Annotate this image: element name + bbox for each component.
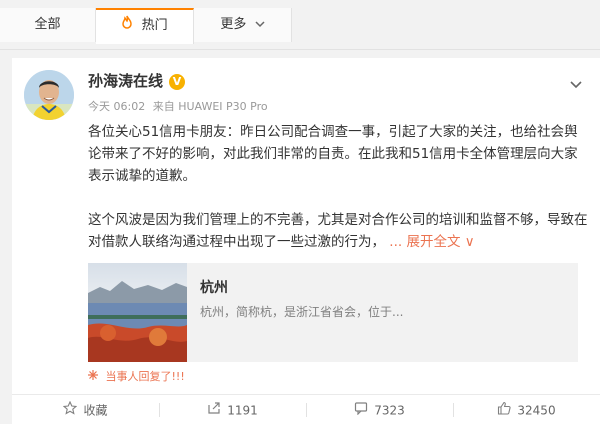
post-card: 孙海涛在线 V 今天 06:02 来自 HUAWEI P30 Pro 各位关心51… — [12, 58, 600, 424]
post-meta: 今天 06:02 来自 HUAWEI P30 Pro — [88, 98, 272, 114]
post-paragraph-2-text: 这个风波是因为我们管理上的不完善，尤其是对合作公司的培训和监督不够，导致在对借款… — [88, 212, 588, 250]
post-paragraph-2: 这个风波是因为我们管理上的不完善，尤其是对合作公司的培训和监督不够，导致在对借款… — [88, 209, 588, 253]
like-count: 32450 — [517, 403, 556, 418]
feed-tab-bar: 全部 热门 更多 — [0, 0, 600, 50]
verified-badge-icon: V — [169, 74, 186, 90]
comment-icon — [354, 396, 368, 424]
favorite-label: 收藏 — [83, 403, 108, 418]
repost-button[interactable]: 1191 — [159, 395, 306, 424]
favorite-button[interactable]: 收藏 — [12, 395, 159, 424]
comment-count: 7323 — [374, 403, 405, 418]
avatar[interactable] — [24, 70, 74, 120]
thumbs-up-icon — [497, 396, 512, 424]
reply-note[interactable]: 当事人回复了!!! — [88, 368, 185, 384]
location-link-card[interactable]: 杭州 杭州，简称杭，是浙江省省会，位于... — [88, 263, 578, 362]
post-time[interactable]: 今天 06:02 — [88, 100, 145, 113]
link-card-title: 杭州 — [200, 280, 228, 296]
comment-button[interactable]: 7323 — [306, 395, 453, 424]
post-body: 各位关心51信用卡朋友：昨日公司配合调查一事，引起了大家的关注，也给社会舆论带来… — [88, 121, 588, 253]
tab-hot-label: 热门 — [141, 18, 168, 33]
tab-all[interactable]: 全部 — [0, 8, 96, 42]
post-menu-chevron-icon[interactable] — [570, 74, 582, 93]
reply-note-text: 当事人回复了!!! — [105, 370, 185, 383]
link-card-description: 杭州，简称杭，是浙江省省会，位于... — [200, 305, 404, 319]
tab-more-label: 更多 — [220, 17, 247, 32]
share-icon — [207, 396, 221, 424]
repost-count: 1191 — [227, 403, 258, 418]
post-paragraph-1: 各位关心51信用卡朋友：昨日公司配合调查一事，引起了大家的关注，也给社会舆论带来… — [88, 124, 578, 184]
expand-full-text-link[interactable]: ... 展开全文 ∨ — [389, 234, 474, 250]
sparkle-icon — [88, 370, 102, 383]
author-name-text: 孙海涛在线 — [88, 72, 164, 90]
author-name[interactable]: 孙海涛在线 V — [88, 70, 186, 91]
post-action-bar: 收藏 1191 7323 32450 — [12, 394, 600, 424]
post-source: 来自 HUAWEI P30 Pro — [152, 100, 268, 113]
location-thumbnail — [88, 263, 187, 362]
tab-hot[interactable]: 热门 — [96, 8, 194, 44]
chevron-down-icon — [255, 8, 265, 42]
tab-more[interactable]: 更多 — [194, 8, 292, 42]
star-icon — [63, 396, 78, 424]
tab-all-label: 全部 — [34, 17, 61, 32]
like-button[interactable]: 32450 — [453, 395, 600, 424]
fire-icon — [121, 10, 133, 42]
